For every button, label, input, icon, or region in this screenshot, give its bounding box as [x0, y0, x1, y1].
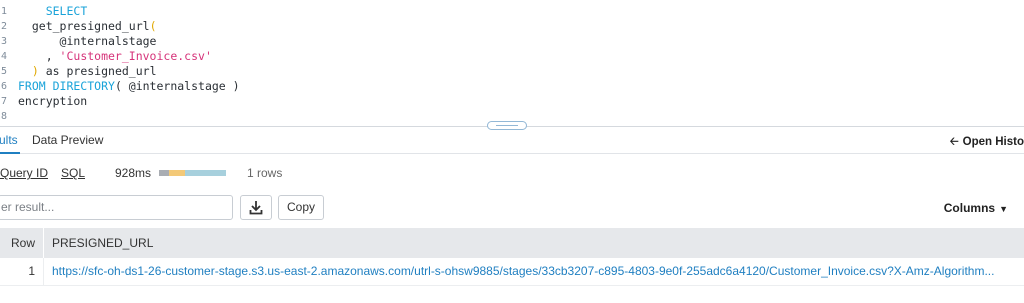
line-number: 4: [1, 51, 8, 62]
code-text: get_presigned_url(: [18, 19, 157, 33]
code-text: ) as presigned_url: [31, 64, 157, 78]
row-number-cell: 1: [0, 258, 44, 285]
code-text: FROM DIRECTORY( @internalstage ): [18, 79, 240, 93]
open-history-button[interactable]: 🡠 Open Histo: [950, 133, 1024, 152]
editor-line[interactable]: 1 SELECT: [0, 4, 1024, 19]
line-number: 1: [1, 6, 8, 17]
line-number: 6: [1, 81, 8, 92]
row-number: 1: [28, 264, 35, 278]
editor-line[interactable]: 6 FROM DIRECTORY( @internalstage ): [0, 79, 1024, 94]
tab-data-preview[interactable]: Data Preview: [32, 133, 103, 147]
arrow-left-icon: 🡠: [949, 136, 959, 148]
profile-segment-compile: [159, 170, 169, 176]
copy-button[interactable]: Copy: [278, 195, 324, 220]
columns-dropdown[interactable]: Columns ▼: [944, 201, 1008, 215]
row-count: 1 rows: [247, 166, 283, 180]
open-history-label: Open Histo: [962, 136, 1024, 148]
query-profile-bar[interactable]: [159, 170, 226, 176]
profile-segment-queued: [169, 170, 185, 176]
column-header-presigned-url[interactable]: PRESIGNED_URL: [52, 236, 153, 250]
filter-box: [0, 195, 233, 220]
line-number: 7: [1, 96, 8, 107]
line-number: 3: [1, 36, 8, 47]
editor-line[interactable]: 3 @internalstage: [0, 34, 1024, 49]
code-text: @internalstage: [18, 34, 157, 48]
line-number: 5: [1, 66, 8, 77]
columns-label: Columns: [943, 201, 996, 215]
query-duration: 928ms: [115, 166, 152, 180]
table-header: Row PRESIGNED_URL: [0, 228, 1024, 258]
sql-editor[interactable]: 1 SELECT 2 get_presigned_url(3 @internals…: [0, 0, 1024, 124]
tab-active-indicator: [0, 152, 20, 154]
caret-down-icon: ▼: [999, 204, 1008, 214]
profile-segment-execution: [185, 170, 226, 176]
editor-line[interactable]: 4 , 'Customer_Invoice.csv': [0, 49, 1024, 64]
line-number: 8: [1, 111, 8, 122]
editor-line[interactable]: 5 ) as presigned_url: [0, 64, 1024, 79]
code-text: encryption: [18, 94, 88, 108]
editor-line[interactable]: 7 encryption: [0, 94, 1024, 109]
filter-result-input[interactable]: [1, 196, 221, 217]
code-text: , 'Customer_Invoice.csv': [18, 49, 212, 63]
presigned-url-link[interactable]: https://sfc-oh-ds1-26-customer-stage.s3.…: [52, 264, 994, 278]
code-text: SELECT: [45, 4, 88, 18]
query-info-bar: Query ID SQL 928ms 1 rows: [0, 160, 1024, 184]
results-tabs: ults Data Preview 🡠 Open Histo: [0, 127, 1024, 154]
download-icon: [249, 201, 263, 215]
query-id-link[interactable]: Query ID: [0, 166, 48, 180]
tab-results[interactable]: ults: [0, 133, 18, 147]
column-header-row[interactable]: Row: [0, 228, 44, 258]
sql-link[interactable]: SQL: [61, 166, 85, 180]
download-button[interactable]: [240, 195, 272, 220]
table-row: 1 https://sfc-oh-ds1-26-customer-stage.s…: [0, 258, 1024, 286]
line-number: 2: [1, 21, 8, 32]
editor-line[interactable]: 2 get_presigned_url(: [0, 19, 1024, 34]
column-header-row-label: Row: [10, 236, 35, 250]
